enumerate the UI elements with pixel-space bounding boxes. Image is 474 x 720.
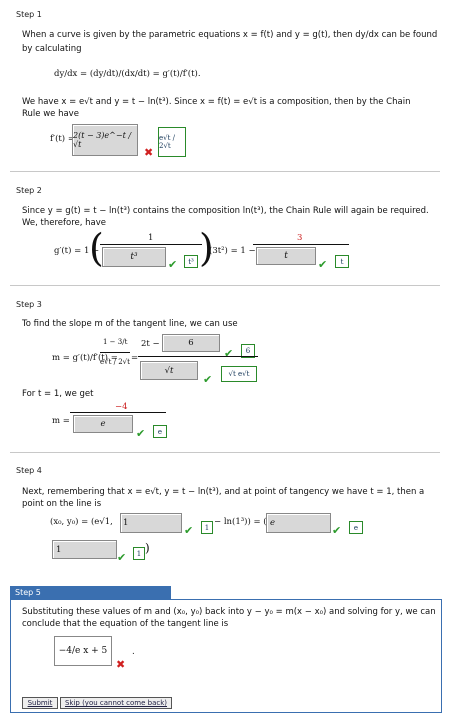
divider — [10, 452, 440, 453]
hint-fprime: e√t / 2√t — [159, 134, 175, 150]
hint-box-step4-2: e — [349, 521, 363, 534]
step5-answer-value: −4/e x + 5 — [58, 646, 108, 656]
step3-box3-value: e — [100, 419, 106, 429]
submit-button[interactable]: Submit — [22, 697, 58, 709]
check-icon: ✔ — [136, 427, 146, 440]
check-icon: ✔ — [168, 258, 178, 271]
step2-mid: (3t²) = 1 − — [209, 246, 256, 256]
step5-header: Step 5 — [10, 586, 171, 599]
step3-eq: = — [131, 353, 139, 363]
step3-m-label: m = — [52, 416, 70, 426]
step1-intro: When a curve is given by the parametric … — [22, 30, 438, 40]
step1-intro2: by calculating — [22, 44, 82, 54]
step4-box2-value: e — [270, 518, 276, 528]
step2-box1-input[interactable]: t³ — [102, 247, 166, 267]
step4-box1-value: 1 — [123, 518, 129, 528]
step4-text2: point on the line is — [22, 499, 102, 509]
fprime-answer-value: 2(t − 3)e^−t / √t — [73, 131, 132, 149]
step4-label: Step 4 — [16, 466, 42, 475]
incorrect-x-icon: ✖ — [116, 658, 126, 671]
step1-have2: Rule we have — [22, 109, 79, 119]
fraction-line — [138, 356, 258, 357]
divider — [10, 285, 440, 286]
hint-box-step2-2: t — [335, 255, 349, 268]
fprime-answer-input[interactable]: 2(t − 3)e^−t / √t — [72, 124, 138, 156]
step3-label: Step 3 — [16, 300, 42, 309]
step3-box2-value: √t — [164, 365, 174, 376]
step2-box2-value: t — [284, 251, 288, 261]
step3-box1-input[interactable]: 6 — [162, 334, 220, 352]
check-icon: ✔ — [203, 373, 213, 386]
hint-step3-1: 6 — [245, 347, 251, 355]
step4-box1-input[interactable]: 1 — [120, 513, 182, 533]
period: . — [132, 647, 135, 657]
check-icon: ✔ — [117, 551, 127, 564]
fraction-line — [253, 244, 349, 245]
step1-have: We have x = e√t and y = t − ln(t³). Sinc… — [22, 97, 411, 107]
fraction-line — [100, 352, 130, 353]
check-icon: ✔ — [332, 524, 342, 537]
hint-box-step2-1: t³ — [184, 255, 198, 268]
step3-num-prefix: 2t − — [141, 339, 160, 349]
hint-step2-2: t — [340, 257, 344, 266]
fraction-line — [100, 244, 202, 245]
incorrect-x-icon: ✖ — [144, 146, 154, 159]
divider — [10, 171, 440, 172]
check-icon: ✔ — [318, 258, 328, 271]
fraction-line — [70, 412, 166, 413]
hint-step4-3: 1 — [136, 549, 142, 558]
hint-box-step4-3: 1 — [133, 547, 145, 560]
hint-step3-3: e — [157, 427, 163, 436]
hint-box-step3-3: e — [153, 425, 167, 438]
step3-box2-input[interactable]: √t — [140, 361, 198, 380]
step2-box2-input[interactable]: t — [256, 247, 316, 265]
hint-box-fprime: e√t / 2√t — [158, 127, 186, 157]
skip-button[interactable]: Skip (you cannot come back) — [60, 697, 172, 709]
step3-box1-value: 6 — [188, 338, 194, 348]
step5-answer-input[interactable]: −4/e x + 5 — [54, 636, 112, 666]
step4-mid: − ln(1³)) = ( — [214, 517, 267, 527]
step1-formula: dy/dx = (dy/dt)/(dx/dt) = g′(t)/f′(t). — [54, 69, 201, 79]
step4-box2-input[interactable]: e — [266, 513, 331, 533]
step4-point-prefix: (x₀, y₀) = (e√1, — [50, 517, 113, 527]
step3-text1: To find the slope m of the tangent line,… — [22, 319, 238, 329]
hint-box-step3-2: √t e√t — [221, 366, 257, 382]
hint-step3-2: √t e√t — [228, 370, 250, 378]
hint-step4-1: 1 — [204, 523, 210, 532]
step3-for-t: For t = 1, we get — [22, 389, 94, 399]
step1-label: Step 1 — [16, 10, 42, 19]
step3-box3-input[interactable]: e — [73, 415, 133, 433]
check-icon: ✔ — [224, 347, 234, 360]
step4-box3-value: 1 — [56, 544, 62, 555]
step2-label: Step 2 — [16, 186, 42, 195]
step3-inner-den: e√t / 2√t — [100, 358, 130, 366]
hint-box-step4-1: 1 — [201, 521, 213, 534]
step2-box1-value: t³ — [130, 252, 138, 262]
right-paren: ) — [145, 541, 150, 555]
step4-box3-input[interactable]: 1 — [52, 540, 117, 559]
step3-inner-num: 1 − 3/t — [103, 338, 128, 346]
hint-step2-1: t³ — [188, 257, 194, 266]
check-icon: ✔ — [184, 524, 194, 537]
step5-text2: conclude that the equation of the tangen… — [22, 619, 229, 629]
hint-step4-2: e — [353, 523, 359, 532]
